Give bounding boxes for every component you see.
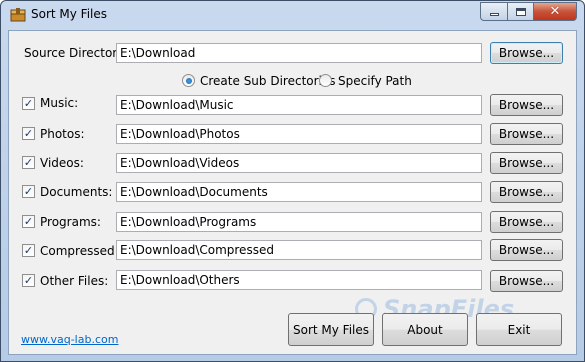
maximize-button[interactable] (507, 2, 533, 21)
title-bar[interactable]: Sort My Files ✕ (1, 1, 584, 29)
sort-my-files-button[interactable]: Sort My Files (288, 313, 374, 346)
documents-path-input[interactable]: E:\Download\Documents (116, 182, 482, 202)
other-files-browse-button[interactable]: Browse... (490, 270, 563, 292)
checkmark-icon: ✓ (23, 274, 34, 287)
exit-button[interactable]: Exit (476, 313, 562, 346)
compressed-checkbox[interactable]: ✓ (22, 244, 35, 257)
videos-checkbox[interactable]: ✓ (22, 156, 35, 169)
folder-box-icon (10, 8, 26, 22)
minimize-icon (489, 13, 499, 16)
music-browse-button[interactable]: Browse... (490, 94, 563, 116)
source-directory-input[interactable]: E:\Download (116, 43, 482, 63)
photos-browse-button[interactable]: Browse... (490, 123, 563, 145)
client-area: Source Directory: E:\Download Browse... … (8, 30, 577, 355)
specify-path-label: Specify Path (338, 74, 412, 88)
checkmark-icon: ✓ (23, 215, 34, 228)
app-window: Sort My Files ✕ Source Directory: E:\Dow… (0, 0, 585, 362)
programs-path-input[interactable]: E:\Download\Programs (116, 212, 482, 232)
about-button[interactable]: About (382, 313, 468, 346)
checkmark-icon: ✓ (23, 185, 34, 198)
programs-checkbox[interactable]: ✓ (22, 215, 35, 228)
photos-checkbox[interactable]: ✓ (22, 127, 35, 140)
music-path-input[interactable]: E:\Download\Music (116, 95, 482, 115)
compressed-path-input[interactable]: E:\Download\Compressed (116, 240, 482, 260)
checkmark-icon: ✓ (23, 97, 34, 110)
photos-path-input[interactable]: E:\Download\Photos (116, 124, 482, 144)
source-browse-button[interactable]: Browse... (490, 42, 563, 64)
videos-browse-button[interactable]: Browse... (490, 152, 563, 174)
videos-label: Videos: (40, 156, 84, 170)
other-files-label: Other Files: (40, 274, 109, 288)
close-icon: ✕ (549, 4, 561, 19)
minimize-button[interactable] (480, 2, 507, 21)
checkmark-icon: ✓ (23, 156, 34, 169)
checkmark-icon: ✓ (23, 127, 34, 140)
checkmark-icon: ✓ (23, 244, 34, 257)
maximize-icon (515, 7, 526, 16)
window-title: Sort My Files (31, 7, 108, 21)
create-sub-directories-label: Create Sub Directories (200, 74, 336, 88)
music-label: Music: (40, 96, 79, 110)
other-files-checkbox[interactable]: ✓ (22, 274, 35, 287)
website-link[interactable]: www.vaq-lab.com (21, 333, 118, 346)
documents-label: Documents: (40, 185, 113, 199)
programs-label: Programs: (40, 215, 101, 229)
create-sub-directories-radio[interactable] (182, 74, 195, 87)
caption-buttons: ✕ (480, 2, 577, 21)
compressed-browse-button[interactable]: Browse... (490, 239, 563, 261)
videos-path-input[interactable]: E:\Download\Videos (116, 153, 482, 173)
radio-selected-dot (185, 77, 192, 84)
music-checkbox[interactable]: ✓ (22, 97, 35, 110)
programs-browse-button[interactable]: Browse... (490, 211, 563, 233)
close-button[interactable]: ✕ (533, 2, 577, 21)
documents-checkbox[interactable]: ✓ (22, 185, 35, 198)
specify-path-radio[interactable] (319, 74, 332, 87)
source-directory-label: Source Directory: (24, 46, 128, 60)
documents-browse-button[interactable]: Browse... (490, 181, 563, 203)
compressed-label: Compressed: (40, 244, 119, 258)
other-files-path-input[interactable]: E:\Download\Others (116, 270, 482, 290)
photos-label: Photos: (40, 127, 85, 141)
